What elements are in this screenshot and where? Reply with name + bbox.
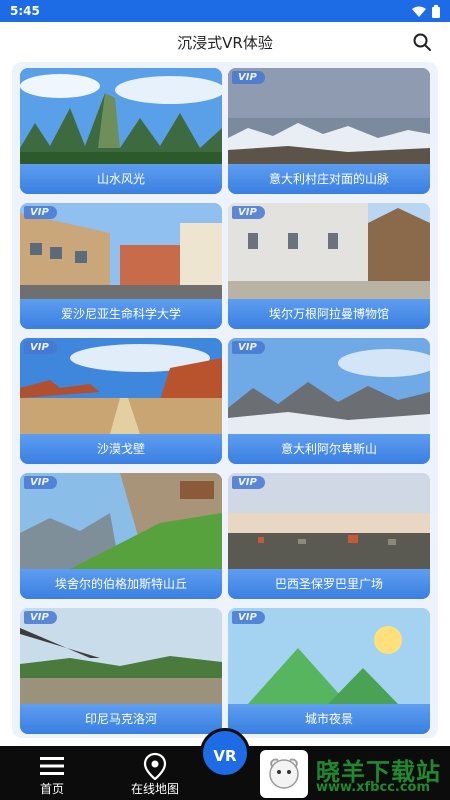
scene-card-10[interactable]: VIP 城市夜景 <box>228 608 430 734</box>
vip-badge: VIP <box>232 206 265 219</box>
watermark: 晓羊下载站 www.xfbcc.com <box>258 748 450 800</box>
nav-map[interactable]: 在线地图 <box>115 746 195 800</box>
app-header: 沉浸式VR体验 <box>0 22 450 62</box>
nav-home[interactable]: 首页 <box>12 746 92 800</box>
scene-card-6[interactable]: VIP 意大利阿尔卑斯山 <box>228 338 430 464</box>
nav-home-label: 首页 <box>39 782 64 796</box>
card-title: 山水风光 <box>20 164 222 194</box>
card-title: 埃舍尔的伯格加斯特山丘 <box>20 569 222 599</box>
watermark-url: www.xfbcc.com <box>316 780 431 795</box>
vip-badge: VIP <box>24 341 57 354</box>
scene-card-2[interactable]: VIP 意大利村庄对面的山脉 <box>228 68 430 194</box>
card-title: 城市夜景 <box>228 704 430 734</box>
search-icon[interactable] <box>412 32 432 52</box>
card-title: 埃尔万根阿拉曼博物馆 <box>228 299 430 329</box>
page-title: 沉浸式VR体验 <box>177 34 273 52</box>
nav-map-label: 在线地图 <box>130 782 179 796</box>
wifi-icon <box>412 6 426 17</box>
card-title: 巴西圣保罗巴里广场 <box>228 569 430 599</box>
scene-card-8[interactable]: VIP 巴西圣保罗巴里广场 <box>228 473 430 599</box>
card-title: 沙漠戈壁 <box>20 434 222 464</box>
battery-icon <box>432 5 440 18</box>
vip-badge: VIP <box>24 206 57 219</box>
location-pin-icon <box>143 752 167 780</box>
status-time: 5:45 <box>10 4 40 18</box>
scene-card-1[interactable]: 山水风光 <box>20 68 222 194</box>
card-title: 爱沙尼亚生命科学大学 <box>20 299 222 329</box>
card-title: 印尼马克洛河 <box>20 704 222 734</box>
card-title: 意大利村庄对面的山脉 <box>228 164 430 194</box>
vip-badge: VIP <box>232 611 265 624</box>
sheep-logo-icon <box>260 750 308 798</box>
vip-badge: VIP <box>24 611 57 624</box>
scene-card-5[interactable]: VIP 沙漠戈壁 <box>20 338 222 464</box>
scene-grid: 山水风光 VIP 意大利村庄对面的山脉 VIP 爱沙尼亚生命科学大学 VIP 埃… <box>12 62 438 738</box>
scene-card-7[interactable]: VIP 埃舍尔的伯格加斯特山丘 <box>20 473 222 599</box>
scene-card-4[interactable]: VIP 埃尔万根阿拉曼博物馆 <box>228 203 430 329</box>
vip-badge: VIP <box>24 476 57 489</box>
status-bar: 5:45 <box>0 0 450 22</box>
card-title: 意大利阿尔卑斯山 <box>228 434 430 464</box>
vip-badge: VIP <box>232 341 265 354</box>
scene-card-9[interactable]: VIP 印尼马克洛河 <box>20 608 222 734</box>
vr-button[interactable]: VR <box>200 728 250 778</box>
scene-image <box>20 68 222 164</box>
scene-card-3[interactable]: VIP 爱沙尼亚生命科学大学 <box>20 203 222 329</box>
vip-badge: VIP <box>232 476 265 489</box>
vip-badge: VIP <box>232 71 265 84</box>
menu-icon <box>40 757 64 775</box>
